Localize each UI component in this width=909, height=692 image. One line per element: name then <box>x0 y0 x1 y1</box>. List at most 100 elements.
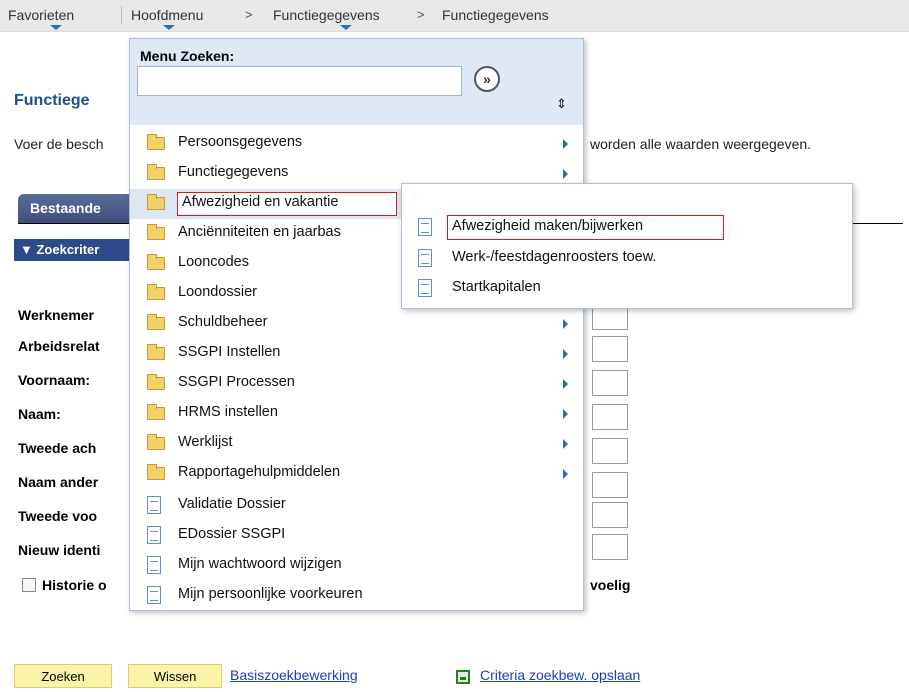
breadcrumb-functiegegevens[interactable]: Functiegegevens <box>273 7 380 23</box>
case-sensitive-label: voelig <box>590 577 631 593</box>
document-icon <box>147 586 161 604</box>
menu-search-area: Menu Zoeken: » ⇕ <box>130 39 583 125</box>
main-menu[interactable]: Hoofdmenu <box>131 7 203 23</box>
folder-icon <box>147 134 165 150</box>
field-label-other-name: Naam ander <box>18 474 99 490</box>
nav-divider <box>121 6 122 24</box>
menu-item-label: Schuldbeheer <box>178 314 268 330</box>
chevron-right-icon <box>563 349 568 359</box>
folder-icon <box>147 224 165 240</box>
page-description: Voer de besch <box>14 136 104 152</box>
field-input[interactable] <box>592 438 628 464</box>
menu-item-label: EDossier SSGPI <box>178 526 286 542</box>
field-label-second-lastname: Tweede ach <box>18 440 97 456</box>
folder-icon <box>147 284 165 300</box>
folder-icon <box>147 314 165 330</box>
menu-item-label: Mijn wachtwoord wijzigen <box>178 556 342 572</box>
sort-icon[interactable]: ⇕ <box>556 96 567 112</box>
menu-item-validatie-dossier[interactable]: Validatie Dossier <box>130 491 583 521</box>
clear-button[interactable]: Wissen <box>128 664 222 688</box>
menu-item-label: SSGPI Processen <box>178 374 295 390</box>
menu-item-label: Anciënniteiten en jaarbas <box>178 224 341 240</box>
history-checkbox-label: Historie o <box>42 577 107 593</box>
submenu-item-afwezigheid-maken[interactable]: Afwezigheid maken/bijwerken <box>402 214 852 240</box>
field-label-name: Naam: <box>18 406 61 422</box>
breadcrumb-dropdown-icon[interactable] <box>340 25 352 30</box>
menu-item-schuldbeheer[interactable]: Schuldbeheer <box>130 309 583 339</box>
document-icon <box>147 556 161 574</box>
breadcrumb-separator: > <box>417 7 425 22</box>
menu-item-rapportagehulpmiddelen[interactable]: Rapportagehulpmiddelen <box>130 459 583 489</box>
top-navbar: Favorieten Hoofdmenu > Functiegegevens >… <box>0 0 909 32</box>
menu-search-label: Menu Zoeken: <box>140 48 235 64</box>
menu-item-ssgpi-instellen[interactable]: SSGPI Instellen <box>130 339 583 369</box>
field-input[interactable] <box>592 370 628 396</box>
save-icon[interactable] <box>456 670 470 684</box>
submenu-item-label: Afwezigheid maken/bijwerken <box>452 218 644 234</box>
document-icon <box>147 526 161 544</box>
field-input[interactable] <box>592 502 628 528</box>
menu-item-wachtwoord-wijzigen[interactable]: Mijn wachtwoord wijzigen <box>130 551 583 581</box>
field-label-firstname: Voornaam: <box>18 372 91 388</box>
menu-item-persoonsgegevens[interactable]: Persoonsgegevens <box>130 129 583 159</box>
page-description-end: worden alle waarden weergegeven. <box>590 136 812 152</box>
field-label-employee: Werknemer <box>18 307 95 323</box>
menu-item-label: Werklijst <box>178 434 233 450</box>
submenu-item-label: Werk-/feestdagenroosters toew. <box>452 249 657 265</box>
chevron-right-icon <box>563 409 568 419</box>
menu-item-label: Mijn persoonlijke voorkeuren <box>178 586 363 602</box>
document-icon <box>418 249 432 267</box>
document-icon <box>418 279 432 297</box>
favorites-dropdown-icon[interactable] <box>50 25 62 30</box>
menu-item-label: Functiegegevens <box>178 164 289 180</box>
menu-item-label: Persoonsgegevens <box>178 134 303 150</box>
document-icon <box>147 496 161 514</box>
page-title: Functiege <box>14 92 90 109</box>
main-menu-dropdown-icon[interactable] <box>163 25 175 30</box>
afwezigheid-submenu: Afwezigheid maken/bijwerken Werk-/feestd… <box>401 183 853 309</box>
basic-search-link[interactable]: Basiszoekbewerking <box>230 667 358 683</box>
folder-icon <box>147 254 165 270</box>
field-input[interactable] <box>592 336 628 362</box>
search-button[interactable]: Zoeken <box>14 664 112 688</box>
menu-item-label: Validatie Dossier <box>178 496 286 512</box>
menu-item-werklijst[interactable]: Werklijst <box>130 429 583 459</box>
field-input[interactable] <box>592 404 628 430</box>
submenu-item-label: Startkapitalen <box>452 279 541 295</box>
folder-icon <box>147 404 165 420</box>
menu-item-label: SSGPI Instellen <box>178 344 281 360</box>
field-input[interactable] <box>592 534 628 560</box>
chevron-right-icon <box>563 439 568 449</box>
field-input[interactable] <box>592 472 628 498</box>
go-icon[interactable]: » <box>474 66 500 92</box>
field-label-employment: Arbeidsrelat <box>18 338 100 354</box>
field-label-second-firstname: Tweede voo <box>18 508 98 524</box>
menu-item-persoonlijke-voorkeuren[interactable]: Mijn persoonlijke voorkeuren <box>130 581 583 611</box>
field-label-new-id: Nieuw identi <box>18 542 101 558</box>
menu-item-ssgpi-processen[interactable]: SSGPI Processen <box>130 369 583 399</box>
menu-item-edossier-ssgpi[interactable]: EDossier SSGPI <box>130 521 583 551</box>
submenu-item-startkapitalen[interactable]: Startkapitalen <box>402 275 852 301</box>
menu-item-label: HRMS instellen <box>178 404 278 420</box>
chevron-right-icon <box>563 169 568 179</box>
history-checkbox[interactable] <box>22 578 36 592</box>
favorites-menu[interactable]: Favorieten <box>8 7 74 23</box>
main-menu-dropdown: Menu Zoeken: » ⇕ Persoonsgegevens Functi… <box>129 38 584 611</box>
folder-icon <box>147 464 165 480</box>
menu-item-hrms-instellen[interactable]: HRMS instellen <box>130 399 583 429</box>
menu-item-label: Afwezigheid en vakantie <box>182 194 339 210</box>
folder-icon <box>147 194 165 210</box>
menu-item-label: Looncodes <box>178 254 249 270</box>
breadcrumb-separator: > <box>245 7 253 22</box>
menu-item-label: Loondossier <box>178 284 257 300</box>
folder-icon <box>147 344 165 360</box>
chevron-right-icon <box>563 379 568 389</box>
folder-icon <box>147 434 165 450</box>
folder-icon <box>147 374 165 390</box>
save-criteria-link[interactable]: Criteria zoekbew. opslaan <box>480 667 640 683</box>
menu-item-label: Rapportagehulpmiddelen <box>178 464 341 480</box>
folder-icon <box>147 164 165 180</box>
submenu-item-werk-feestdagenroosters[interactable]: Werk-/feestdagenroosters toew. <box>402 245 852 271</box>
menu-search-input[interactable] <box>137 66 462 96</box>
breadcrumb-current: Functiegegevens <box>442 7 549 23</box>
